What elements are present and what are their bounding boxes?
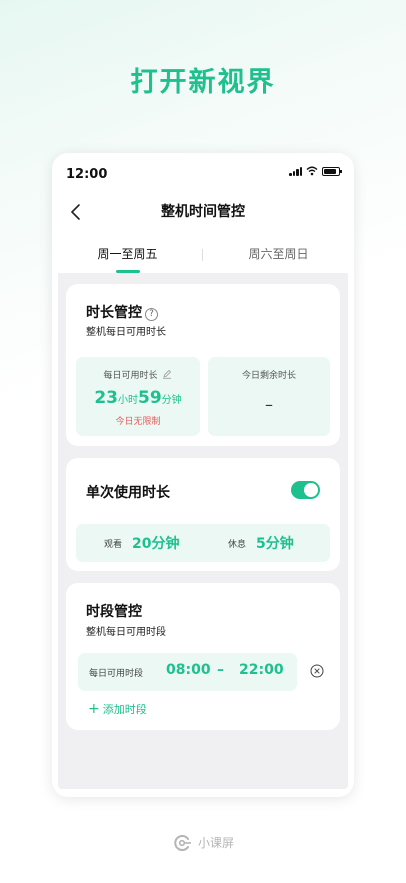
toggle-knob	[304, 483, 318, 497]
watch-value: 20分钟	[132, 536, 180, 552]
unlimited-note: 今日无限制	[115, 417, 161, 427]
add-period-button[interactable]: + 添加时段	[88, 701, 147, 717]
duration-subtitle: 整机每日可用时长	[86, 327, 166, 338]
usage-box[interactable]: 观看 20分钟 休息 5分钟	[76, 524, 330, 562]
settings-content: 时长管控? 整机每日可用时长 每日可用时长 23小时59分钟 今日无限制 今日剩…	[58, 273, 348, 789]
plus-icon: +	[88, 701, 100, 717]
remaining-time-box: 今日剩余时长 –	[208, 357, 330, 436]
rest-label: 休息	[228, 539, 247, 550]
remaining-value: –	[265, 395, 273, 414]
watch-label: 观看	[104, 539, 123, 550]
period-end-time[interactable]: 22:00	[239, 662, 284, 678]
remaining-label: 今日剩余时长	[241, 371, 296, 381]
remove-icon[interactable]	[310, 664, 324, 678]
nav-bar: 整机时间管控	[52, 197, 354, 227]
tab-weekend[interactable]: 周六至周日	[203, 243, 354, 273]
add-period-label: 添加时段	[102, 703, 147, 716]
brand-footer: 小课屏	[0, 834, 406, 851]
promo-headline: 打开新视界	[130, 67, 276, 98]
daily-limit-box[interactable]: 每日可用时长 23小时59分钟 今日无限制	[76, 357, 200, 436]
brand-logo-icon	[174, 834, 191, 851]
single-use-toggle[interactable]	[291, 481, 320, 499]
daily-hours: 23	[94, 388, 118, 408]
status-time: 12:00	[66, 167, 108, 182]
daily-limit-value: 23小时59分钟	[76, 388, 200, 408]
period-row[interactable]: 每日可用时段 08:00 – 22:00	[78, 653, 297, 691]
daily-limit-label: 每日可用时长	[103, 371, 158, 381]
duration-control-card: 时长管控? 整机每日可用时长 每日可用时长 23小时59分钟 今日无限制 今日剩…	[66, 284, 340, 446]
rest-item: 休息 5分钟	[228, 524, 294, 562]
minutes-unit: 分钟	[161, 395, 182, 406]
signal-icon	[289, 166, 302, 176]
edit-icon[interactable]	[162, 369, 172, 379]
single-use-title: 单次使用时长	[86, 485, 170, 501]
watch-item: 观看 20分钟	[104, 524, 180, 562]
status-icons	[289, 166, 342, 176]
wifi-icon	[306, 166, 318, 176]
period-title: 时段管控	[86, 604, 142, 620]
back-icon[interactable]	[68, 203, 86, 221]
page-title: 整机时间管控	[161, 204, 245, 220]
single-use-card: 单次使用时长 观看 20分钟 休息 5分钟	[66, 458, 340, 571]
period-label: 每日可用时段	[89, 669, 144, 679]
period-control-card: 时段管控 整机每日可用时段 每日可用时段 08:00 – 22:00 + 添加时…	[66, 583, 340, 730]
daily-minutes: 59	[138, 388, 162, 408]
status-bar: 12:00	[66, 163, 342, 183]
period-dash: –	[217, 662, 224, 678]
brand-name: 小课屏	[197, 836, 234, 850]
day-tabs: 周一至周五 周六至周日	[52, 243, 354, 273]
duration-title-row: 时长管控?	[86, 302, 158, 322]
daily-limit-label-row: 每日可用时长	[76, 368, 200, 381]
hours-unit: 小时	[118, 395, 138, 406]
rest-value: 5分钟	[256, 536, 294, 552]
battery-icon	[322, 166, 342, 176]
duration-title: 时长管控	[86, 305, 142, 321]
period-subtitle: 整机每日可用时段	[86, 627, 166, 638]
period-start-time[interactable]: 08:00	[166, 662, 211, 678]
tab-weekdays[interactable]: 周一至周五	[52, 243, 203, 273]
phone-frame: 12:00 整机时间管控 周一至周五 周六至周日 时长管控? 整机每日可用时长 …	[52, 153, 354, 797]
help-icon[interactable]: ?	[145, 308, 158, 321]
